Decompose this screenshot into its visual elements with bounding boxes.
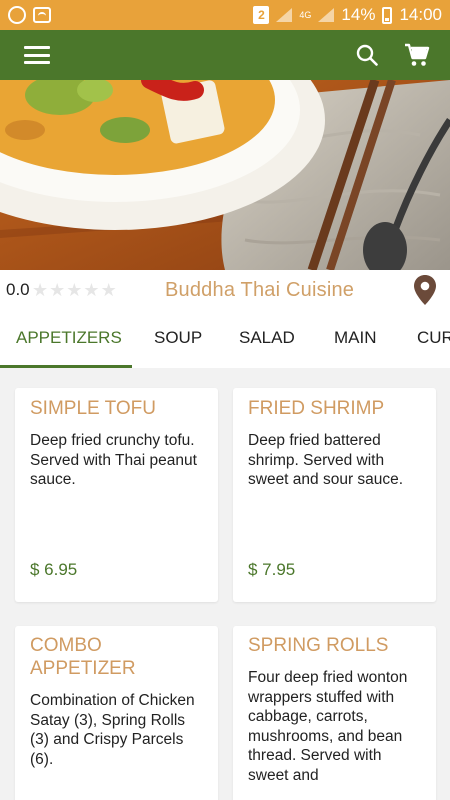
restaurant-hero-image xyxy=(0,80,450,270)
menu-item-price: $ 6.95 xyxy=(30,560,78,579)
star-icon: ★ xyxy=(66,280,83,300)
star-icon: ★ xyxy=(32,280,49,300)
network-type-label: 4G xyxy=(299,9,312,20)
tab-soup[interactable]: SOUP xyxy=(154,310,202,368)
menu-item-card[interactable]: FRIED SHRIMP Deep fried battered shrimp.… xyxy=(233,388,436,602)
restaurant-name: Buddha Thai Cuisine xyxy=(165,278,355,301)
category-tabs: APPETIZERS SOUP SALAD MAIN CUR xyxy=(0,310,450,368)
menu-items-grid: SIMPLE TOFU Deep fried crunchy tofu. Ser… xyxy=(0,368,450,800)
status-right: 2 4G 14% 14:00 xyxy=(253,5,442,25)
status-left xyxy=(8,6,51,24)
menu-item-title: FRIED SHRIMP xyxy=(248,398,385,419)
signal-icon xyxy=(318,8,335,22)
cart-icon[interactable] xyxy=(404,42,430,68)
wifi-notification-icon xyxy=(33,7,51,23)
menu-item-title: SPRING ROLLS xyxy=(248,635,389,656)
menu-item-title: SIMPLE TOFU xyxy=(30,398,156,419)
search-icon[interactable] xyxy=(354,42,380,68)
tab-appetizers[interactable]: APPETIZERS xyxy=(16,310,122,368)
notification-count-badge: 2 xyxy=(253,6,270,24)
star-icon: ★ xyxy=(100,280,117,300)
star-icon: ★ xyxy=(49,280,66,300)
menu-item-description: Four deep fried wonton wrappers stuffed … xyxy=(248,669,408,784)
status-bar: 2 4G 14% 14:00 xyxy=(0,0,450,30)
tab-salad[interactable]: SALAD xyxy=(239,310,295,368)
menu-item-price: $ 7.95 xyxy=(248,560,296,579)
restaurant-info-row: 0.0 ★ ★ ★ ★ ★ Buddha Thai Cuisine xyxy=(0,270,450,310)
tab-curry[interactable]: CUR xyxy=(417,310,450,368)
signal-weak-icon xyxy=(276,8,293,22)
menu-item-card[interactable]: COMBO APPETIZER Combination of Chicken S… xyxy=(15,626,218,800)
menu-item-description: Combination of Chicken Satay (3), Spring… xyxy=(30,692,195,768)
menu-item-description: Deep fried battered shrimp. Served with … xyxy=(248,432,404,488)
menu-icon[interactable] xyxy=(24,46,50,64)
menu-item-title: COMBO APPETIZER xyxy=(30,635,136,679)
tab-main[interactable]: MAIN xyxy=(334,310,377,368)
menu-item-description: Deep fried crunchy tofu. Served with Tha… xyxy=(30,432,197,488)
clock: 14:00 xyxy=(399,5,442,24)
menu-item-card[interactable]: SPRING ROLLS Four deep fried wonton wrap… xyxy=(233,626,436,800)
location-pin-icon[interactable] xyxy=(413,274,437,306)
rating-value: 0.0 xyxy=(6,280,30,299)
rating-stars: ★ ★ ★ ★ ★ xyxy=(32,281,117,299)
battery-icon xyxy=(382,6,393,24)
star-icon: ★ xyxy=(83,280,100,300)
app-bar xyxy=(0,30,450,80)
whatsapp-icon xyxy=(8,6,26,24)
app-bar-actions xyxy=(354,42,430,68)
menu-item-card[interactable]: SIMPLE TOFU Deep fried crunchy tofu. Ser… xyxy=(15,388,218,602)
battery-percent: 14% xyxy=(341,5,376,24)
